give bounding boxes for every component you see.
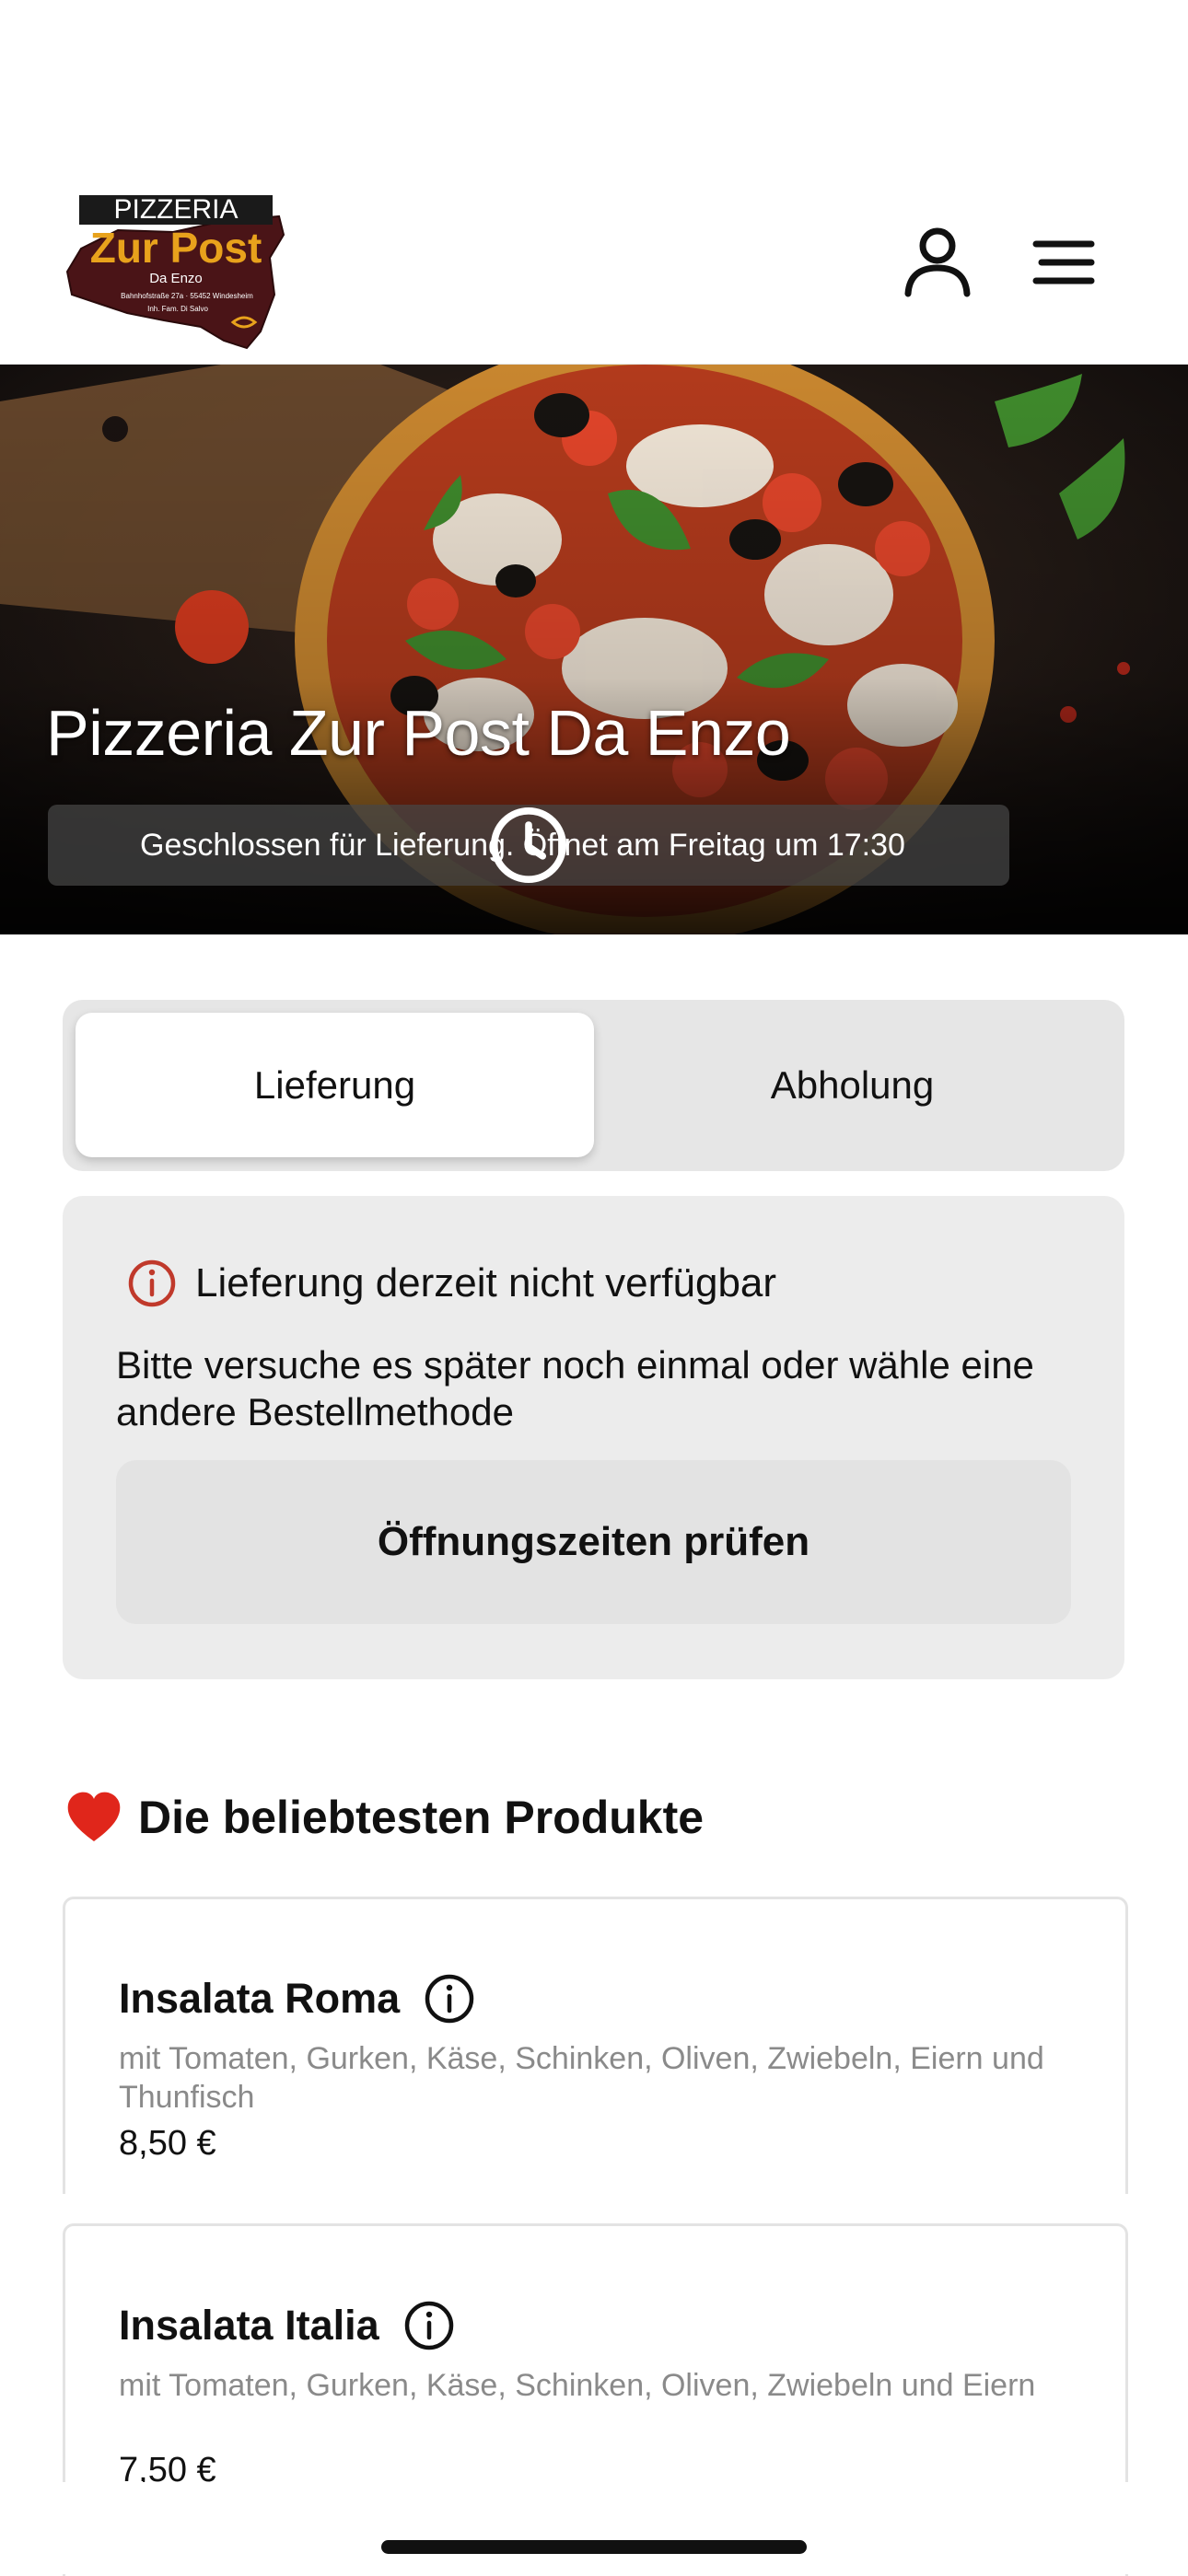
opening-status-banner: Geschlossen für Lieferung. Öffnet am Fre… [48, 805, 1009, 886]
product-price: 8,50 € [119, 2124, 216, 2163]
delivery-unavailable-card: Lieferung derzeit nicht verfügbar Bitte … [63, 1196, 1124, 1679]
home-indicator[interactable] [381, 2540, 807, 2554]
info-icon[interactable] [403, 2300, 455, 2351]
logo-text-sub: Da Enzo [149, 271, 203, 286]
heart-icon [64, 1788, 123, 1847]
product-description: mit Tomaten, Gurken, Käse, Schinken, Oli… [119, 2041, 1044, 2115]
logo-text-name: Zur Post [90, 224, 262, 272]
user-icon[interactable] [901, 226, 974, 299]
product-card[interactable]: Insalata Roma mit Tomaten, Gurken, Käse,… [63, 1897, 1128, 2194]
info-icon[interactable] [424, 1973, 475, 2025]
check-opening-hours-button[interactable]: Öffnungszeiten prüfen [116, 1460, 1071, 1624]
bottom-safe-area [0, 2482, 1188, 2574]
notice-title: Lieferung derzeit nicht verfügbar [195, 1260, 777, 1305]
alert-info-icon [127, 1259, 177, 1308]
app-header: PIZZERIA Zur Post Da Enzo Bahnhofstraße … [0, 0, 1188, 366]
product-name: Insalata Roma [119, 1975, 401, 2022]
hero-banner: Pizzeria Zur Post Da Enzo Geschlossen fü… [0, 365, 1188, 934]
logo-text-owner: Inh. Fam. Di Salvo [147, 305, 208, 313]
product-name-row: Insalata Italia [119, 2300, 455, 2351]
product-name-row: Insalata Roma [119, 1973, 475, 2025]
menu-icon[interactable] [1027, 226, 1101, 299]
restaurant-title: Pizzeria Zur Post Da Enzo [46, 697, 791, 769]
logo-text-address: Bahnhofstraße 27a · 55452 Windesheim [121, 292, 253, 300]
section-title: Die beliebtesten Produkte [138, 1792, 705, 1843]
product-name: Insalata Italia [119, 2302, 379, 2349]
logo-graphic: PIZZERIA Zur Post Da Enzo Bahnhofstraße … [65, 194, 285, 350]
order-mode-switch: Lieferung Abholung [63, 1000, 1124, 1171]
popular-products-heading: Die beliebtesten Produkte [64, 1788, 704, 1847]
product-description: mit Tomaten, Gurken, Käse, Schinken, Oli… [119, 2368, 1036, 2403]
tab-pickup[interactable]: Abholung [593, 1013, 1112, 1157]
notice-header: Lieferung derzeit nicht verfügbar [127, 1259, 776, 1308]
logo-text-pizzeria: PIZZERIA [113, 194, 238, 225]
notice-message: Bitte versuche es später noch einmal ode… [116, 1343, 1034, 1433]
pizzeria-logo[interactable]: PIZZERIA Zur Post Da Enzo Bahnhofstraße … [63, 193, 293, 354]
clock-icon [74, 806, 567, 884]
tab-delivery[interactable]: Lieferung [76, 1013, 594, 1157]
